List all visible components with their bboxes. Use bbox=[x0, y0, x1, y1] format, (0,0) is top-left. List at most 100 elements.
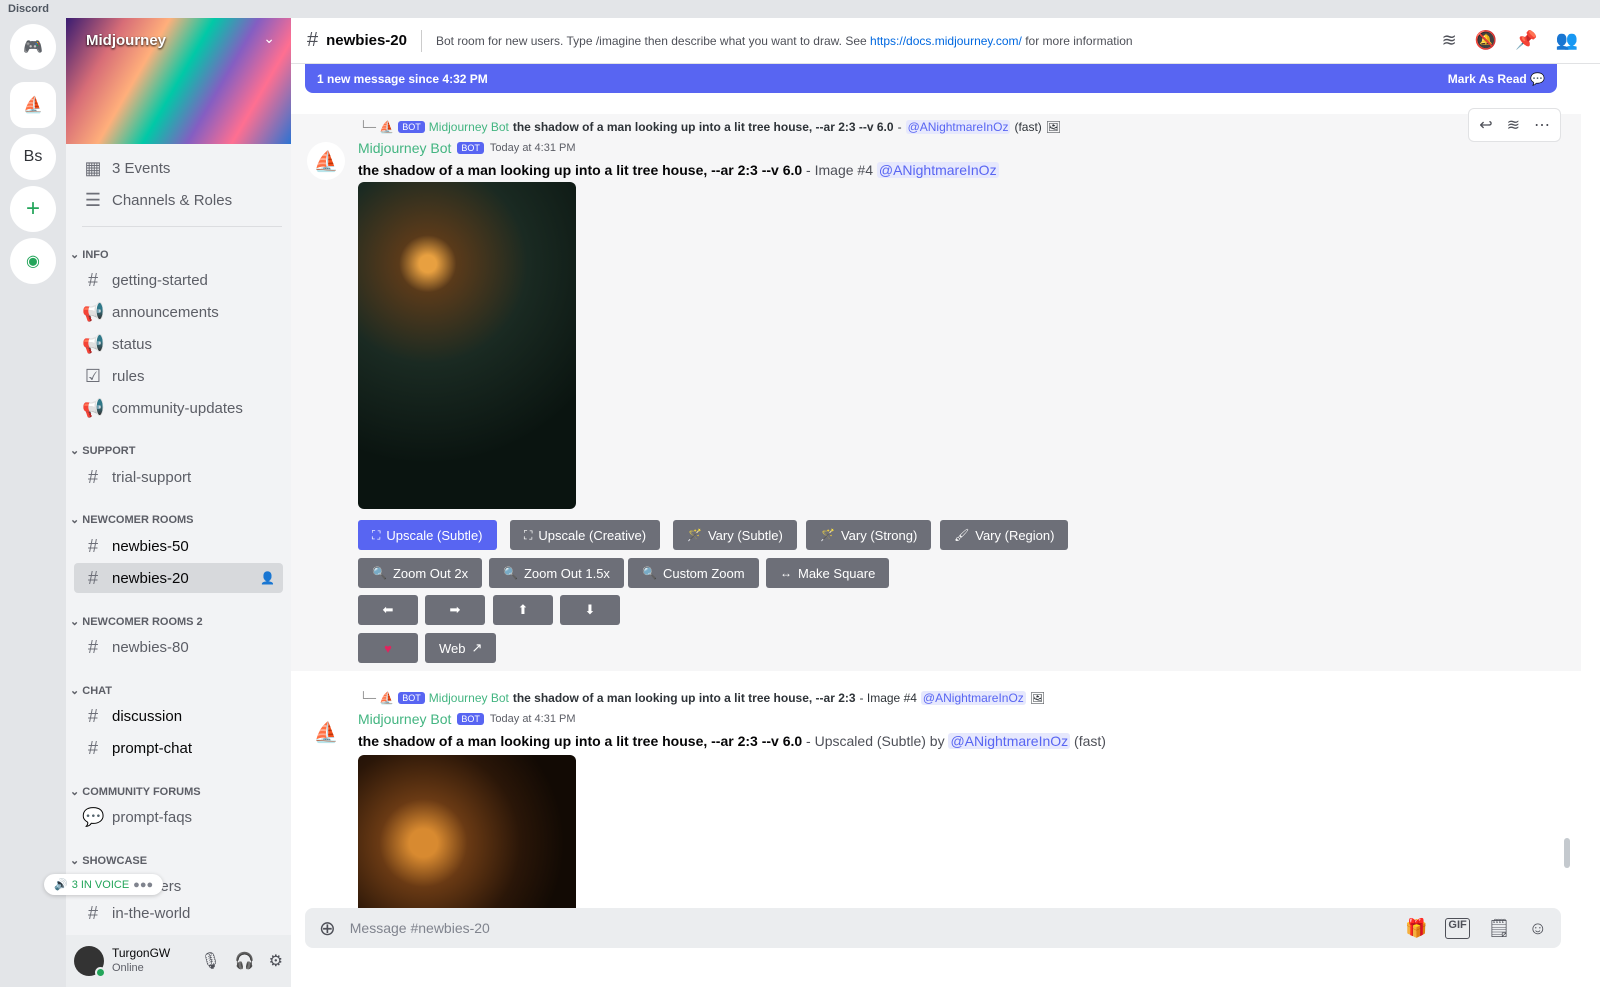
new-messages-text: 1 new message since 4:32 PM bbox=[317, 71, 488, 86]
docs-link[interactable]: https://docs.midjourney.com/ bbox=[870, 34, 1022, 48]
server-bs[interactable]: Bs bbox=[10, 134, 56, 180]
events-item[interactable]: ▦ 3 Events bbox=[74, 153, 283, 183]
category-newcomer-rooms[interactable]: ⌄ NEWCOMER ROOMS bbox=[70, 513, 194, 526]
vary-region-button[interactable]: 🖌 Vary (Region) bbox=[940, 520, 1069, 550]
reply-reference[interactable]: └─ ⛵ BOT Midjourney Bot the shadow of a m… bbox=[359, 120, 1061, 134]
sticker-icon[interactable]: 🗒 bbox=[1488, 918, 1511, 939]
channel-status[interactable]: 📢 status bbox=[74, 329, 283, 359]
channel-in-the-world[interactable]: # in-the-world bbox=[74, 898, 283, 928]
add-server-button[interactable]: + bbox=[10, 186, 56, 232]
channel-getting-started[interactable]: # getting-started bbox=[74, 265, 283, 295]
hashtag-icon: # bbox=[87, 567, 98, 588]
zoom-out-2x-button[interactable]: 🔍 Zoom Out 2x bbox=[358, 558, 483, 588]
category-support[interactable]: ⌄ SUPPORT bbox=[70, 444, 135, 457]
username: TurgonGW bbox=[112, 946, 171, 960]
favorite-button[interactable]: ♥ bbox=[358, 633, 418, 663]
bot-avatar[interactable]: ⛵ bbox=[307, 142, 345, 180]
channel-label: status bbox=[112, 335, 153, 353]
gift-icon[interactable]: 🎁 bbox=[1405, 918, 1427, 939]
server-banner[interactable]: Midjourney ⌄ bbox=[66, 18, 291, 144]
pan-left-button[interactable]: ⬅ bbox=[358, 595, 418, 625]
pan-down-button[interactable]: ⬇ bbox=[560, 595, 620, 625]
chevron-down-icon[interactable]: ⌄ bbox=[263, 30, 275, 47]
thread-icon[interactable]: ≋ bbox=[1507, 115, 1520, 135]
web-button[interactable]: Web ↗ bbox=[425, 633, 497, 663]
invite-icon[interactable]: 👤 bbox=[260, 571, 275, 585]
generated-image[interactable] bbox=[358, 182, 576, 509]
reply-icon[interactable]: ↩ bbox=[1479, 115, 1492, 135]
message: ↩ ≋ ⋯ └─ ⛵ BOT Midjourney Bot the shadow of… bbox=[291, 108, 1581, 671]
mark-as-read-button[interactable]: Mark As Read 💬 bbox=[1448, 72, 1545, 86]
channels-roles-icon: ☰ bbox=[84, 189, 102, 210]
category-community-forums[interactable]: ⌄ COMMUNITY FORUMS bbox=[70, 785, 201, 798]
message-composer[interactable]: ⊕ Message #newbies-20 🎁 GIF 🗒 ☺ bbox=[305, 908, 1561, 948]
upscale-icon: ⛶ bbox=[372, 527, 381, 542]
channel-trial-support[interactable]: # trial-support bbox=[74, 462, 283, 492]
channel-name: newbies-20 bbox=[326, 32, 407, 49]
channel-prompt-chat[interactable]: # prompt-chat bbox=[74, 733, 283, 763]
pan-right-button[interactable]: ➡ bbox=[425, 595, 485, 625]
channel-newbies-20[interactable]: # newbies-20 👤 bbox=[74, 563, 283, 593]
channel-topic: Bot room for new users. Type /imagine th… bbox=[436, 33, 1133, 48]
category-chat[interactable]: ⌄ CHAT bbox=[70, 684, 112, 697]
channel-discussion[interactable]: # discussion bbox=[74, 701, 283, 731]
more-icon[interactable]: ⋯ bbox=[1534, 115, 1550, 135]
message-input[interactable]: Message #newbies-20 bbox=[350, 920, 490, 936]
image-icon: 🖼 bbox=[1029, 691, 1046, 705]
channel-newbies-50[interactable]: # newbies-50 bbox=[74, 531, 283, 561]
channel-newbies-80[interactable]: # newbies-80 bbox=[74, 632, 283, 662]
channel-label: discussion bbox=[112, 707, 183, 725]
channel-rules[interactable]: ☑ rules bbox=[74, 361, 283, 391]
mention[interactable]: @ANightmareInOz bbox=[876, 162, 999, 178]
vary-strong-button[interactable]: 🪄 Vary (Strong) bbox=[806, 520, 932, 550]
notification-mute-icon[interactable]: 🔕 bbox=[1475, 30, 1497, 51]
channel-label: in-the-world bbox=[112, 904, 191, 922]
author-name[interactable]: Midjourney Bot bbox=[358, 140, 451, 156]
gif-icon[interactable]: GIF bbox=[1445, 917, 1470, 939]
avatar[interactable] bbox=[74, 946, 106, 978]
channel-announcements[interactable]: 📢 announcements bbox=[74, 297, 283, 327]
mention[interactable]: @ANightmareInOz bbox=[920, 691, 1026, 705]
category-newcomer-rooms-2[interactable]: ⌄ NEWCOMER ROOMS 2 bbox=[70, 615, 203, 628]
external-link-icon: ↗ bbox=[471, 640, 483, 655]
bot-badge: BOT bbox=[398, 121, 425, 133]
discover-icon[interactable]: ◉ bbox=[10, 238, 56, 284]
mention[interactable]: @ANightmareInOz bbox=[948, 733, 1071, 749]
upscale-subtle-button[interactable]: ⛶ Upscale (Subtle) bbox=[358, 520, 497, 550]
bot-badge: BOT bbox=[398, 692, 425, 704]
author-name[interactable]: Midjourney Bot bbox=[358, 711, 451, 727]
channel-community-updates[interactable]: 📢 community-updates bbox=[74, 393, 283, 423]
make-square-button[interactable]: ↔ Make Square bbox=[766, 558, 890, 588]
server-rail: 🎮 ⛵ Bs + ◉ bbox=[0, 18, 66, 987]
message-list: ↩ ≋ ⋯ └─ ⛵ BOT Midjourney Bot the shadow of… bbox=[291, 108, 1581, 915]
member-list-icon[interactable]: 👥 bbox=[1556, 30, 1578, 51]
upscale-creative-button[interactable]: ⛶ Upscale (Creative) bbox=[510, 520, 661, 550]
zoom-out-1-5x-button[interactable]: 🔍 Zoom Out 1.5x bbox=[489, 558, 624, 588]
settings-gear-icon[interactable]: ⚙ bbox=[269, 951, 283, 971]
category-showcase[interactable]: ⌄ SHOWCASE bbox=[70, 854, 147, 867]
headphones-icon[interactable]: 🎧 bbox=[235, 951, 255, 971]
channel-prompt-faqs[interactable]: 💬 prompt-faqs bbox=[74, 802, 283, 832]
vary-subtle-button[interactable]: 🪄 Vary (Subtle) bbox=[673, 520, 797, 550]
add-attachment-icon[interactable]: ⊕ bbox=[319, 916, 336, 941]
midjourney-server-icon[interactable]: ⛵ bbox=[10, 82, 56, 128]
channels-roles-item[interactable]: ☰ Channels & Roles bbox=[74, 185, 283, 215]
server-label: Bs bbox=[23, 148, 43, 165]
custom-zoom-button[interactable]: 🔍 Custom Zoom bbox=[628, 558, 759, 588]
new-messages-bar[interactable]: 1 new message since 4:32 PM Mark As Read… bbox=[305, 64, 1557, 93]
reply-reference[interactable]: └─ ⛵ BOT Midjourney Bot the shadow of a m… bbox=[359, 691, 1045, 705]
microphone-icon[interactable]: 🎙 bbox=[200, 951, 220, 971]
pan-up-button[interactable]: ⬆ bbox=[493, 595, 553, 625]
threads-icon[interactable]: ≋ bbox=[1442, 30, 1457, 51]
scrollbar[interactable] bbox=[1564, 838, 1570, 868]
pin-icon[interactable]: 📌 bbox=[1515, 30, 1537, 51]
discord-home-button[interactable]: 🎮 bbox=[10, 24, 56, 70]
mention[interactable]: @ANightmareInOz bbox=[905, 120, 1011, 134]
bot-avatar[interactable]: ⛵ bbox=[307, 713, 345, 751]
generated-image[interactable] bbox=[358, 755, 576, 915]
megaphone-icon: 📢 bbox=[82, 333, 105, 354]
category-info[interactable]: ⌄ INFO bbox=[70, 248, 109, 261]
emoji-icon[interactable]: ☺ bbox=[1529, 918, 1547, 939]
voice-indicator[interactable]: 🔊 3 IN VOICE ●●● bbox=[44, 874, 164, 895]
channel-label: newbies-80 bbox=[112, 638, 189, 656]
